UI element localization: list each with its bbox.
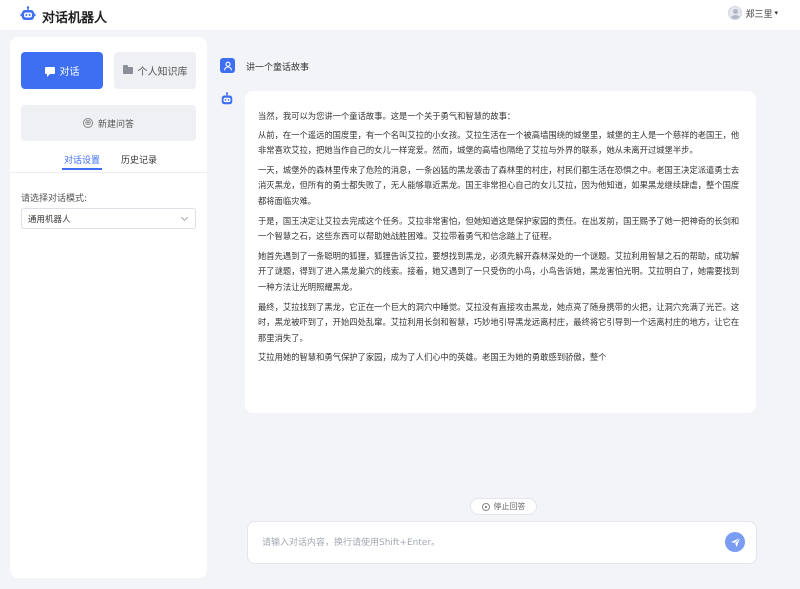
robot-logo-icon xyxy=(20,6,36,26)
user-avatar-icon xyxy=(728,6,743,20)
chevron-down-icon xyxy=(180,213,189,222)
knowledge-base-label: 个人知识库 xyxy=(137,67,188,78)
chat-input[interactable] xyxy=(262,534,702,552)
bot-avatar-icon xyxy=(220,91,234,110)
answer-paragraph: 最终，艾拉找到了黑龙，它正在一个巨大的洞穴中睡觉。艾拉没有直接攻击黑龙，她点亮了… xyxy=(258,301,740,343)
top-bar: 对话机器人 郑三里 ▾ xyxy=(0,0,800,30)
caret-down-icon: ▾ xyxy=(774,9,778,17)
app-title: 对话机器人 xyxy=(42,10,108,26)
mode-label: 请选择对话模式: xyxy=(21,194,88,204)
tab-history[interactable]: 历史记录 xyxy=(121,153,157,166)
answer-paragraph: 从前，在一个遥远的国度里，有一个名叫艾拉的小女孩。艾拉生活在一个被高墙围绕的城堡… xyxy=(258,129,740,156)
user-message-avatar-icon xyxy=(220,58,235,73)
tab-chat-settings[interactable]: 对话设置 xyxy=(61,153,103,170)
answer-paragraph: 她首先遇到了一条聪明的狐狸，狐狸告诉艾拉，要想找到黑龙，必须先解开森林深处的一个… xyxy=(258,250,740,292)
folder-icon xyxy=(122,65,133,74)
brand: 对话机器人 xyxy=(20,6,107,26)
plus-circle-icon: ⊕ xyxy=(82,118,93,128)
mode-select-value: 通用机器人 xyxy=(28,214,71,225)
divider xyxy=(10,172,207,173)
send-icon xyxy=(730,533,741,552)
chat-button-label: 对话 xyxy=(59,67,80,78)
new-chat-button[interactable]: ⊕ 新建问答 xyxy=(21,105,196,141)
bot-answer-card: 当然，我可以为您讲一个童话故事。这是一个关于勇气和智慧的故事： 从前，在一个遥远… xyxy=(245,91,756,413)
new-chat-label: 新建问答 xyxy=(97,119,134,130)
knowledge-base-button[interactable]: 个人知识库 xyxy=(114,52,196,89)
answer-paragraph: 当然，我可以为您讲一个童话故事。这是一个关于勇气和智慧的故事： xyxy=(258,111,516,121)
chat-input-box xyxy=(247,521,757,564)
user-name: 郑三里 xyxy=(745,9,773,20)
chat-button[interactable]: 对话 xyxy=(21,52,103,89)
answer-paragraph: 一天，城堡外的森林里传来了危险的消息，一条凶猛的黑龙袭击了森林里的村庄，村民们都… xyxy=(258,164,740,206)
send-button[interactable] xyxy=(725,532,745,552)
sidebar: 对话 个人知识库 ⊕ 新建问答 对话设置 历史记录 请选择对话模式: 通用机器人 xyxy=(10,37,207,578)
answer-paragraph: 艾拉用她的智慧和勇气保护了家园，成为了人们心中的英雄。老国王为她的勇敢感到骄傲，… xyxy=(258,352,607,363)
chat-bubble-icon xyxy=(44,67,55,77)
stop-answer-button[interactable]: 停止回答 xyxy=(470,498,537,515)
sidebar-tabs: 对话设置 历史记录 xyxy=(10,149,207,171)
stop-icon xyxy=(481,502,490,511)
answer-paragraph: 于是，国王决定让艾拉去完成这个任务。艾拉非常害怕，但她知道这是保护家园的责任。在… xyxy=(258,215,740,242)
mode-select[interactable]: 通用机器人 xyxy=(21,208,196,229)
stop-answer-label: 停止回答 xyxy=(493,502,526,511)
user-menu[interactable]: 郑三里 ▾ xyxy=(728,6,778,20)
user-message: 讲一个童话故事 xyxy=(246,63,310,73)
